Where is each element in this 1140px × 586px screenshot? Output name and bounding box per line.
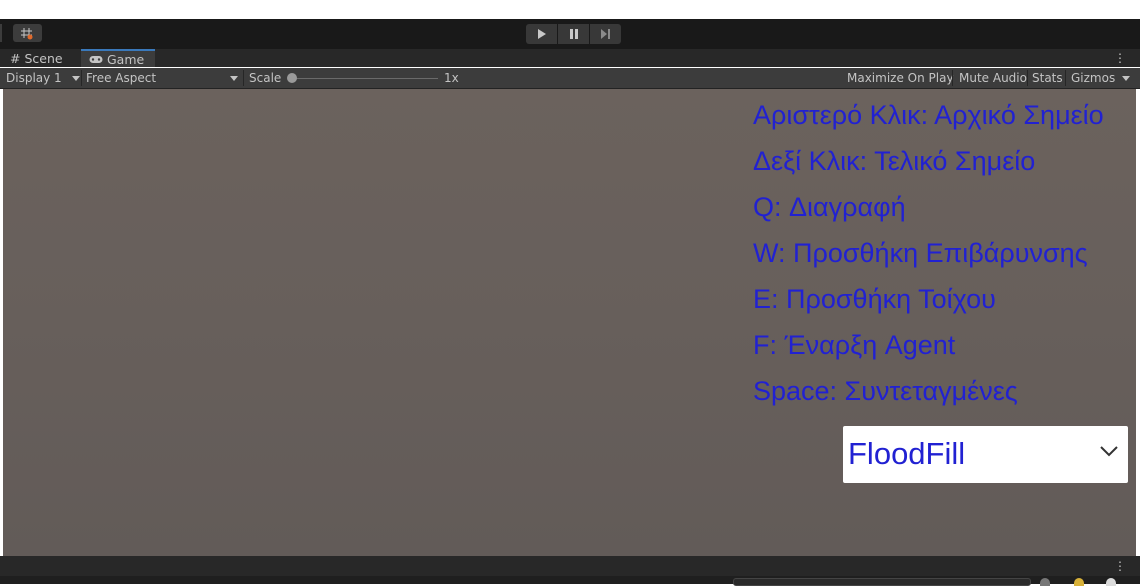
stats-toggle[interactable]: Stats — [1032, 68, 1063, 88]
chevron-down-icon — [71, 75, 80, 81]
tab-scene[interactable]: # Scene — [2, 49, 78, 67]
divider — [952, 70, 953, 86]
divider — [81, 70, 82, 86]
hint-w-add-weight: W: Προσθήκη Επιβάρυνσης — [753, 238, 1088, 268]
scale-slider-track[interactable] — [292, 78, 438, 79]
main-toolbar — [0, 19, 1140, 50]
maximize-on-play-toggle[interactable]: Maximize On Play — [847, 68, 954, 88]
bottom-panel-header: ⋮ — [0, 556, 1140, 576]
hint-q-delete: Q: Διαγραφή — [753, 192, 906, 222]
grid-icon: # — [10, 50, 21, 66]
console-search-input[interactable] — [733, 578, 1031, 586]
scale-slider-thumb[interactable] — [287, 73, 297, 83]
aspect-dropdown[interactable]: Free Aspect — [86, 68, 240, 88]
warning-count-icon[interactable] — [1074, 578, 1084, 586]
gizmos-toggle[interactable]: Gizmos — [1071, 68, 1115, 88]
display-dropdown[interactable]: Display 1 — [6, 68, 80, 88]
mute-audio-toggle[interactable]: Mute Audio — [959, 68, 1027, 88]
hint-e-add-wall: E: Προσθήκη Τοίχου — [753, 284, 996, 314]
info-count-icon[interactable] — [1040, 578, 1050, 586]
tab-game[interactable]: Game — [81, 49, 155, 67]
aspect-label: Free Aspect — [86, 71, 157, 85]
grid-snap-icon — [21, 28, 33, 40]
play-button[interactable] — [526, 24, 557, 44]
kebab-menu-icon[interactable]: ⋮ — [1114, 559, 1126, 573]
kebab-menu-icon[interactable]: ⋮ — [1114, 51, 1126, 65]
scale-label: Scale — [249, 71, 282, 85]
step-button[interactable] — [590, 24, 621, 44]
gizmos-dropdown[interactable] — [1122, 68, 1130, 88]
step-icon — [601, 29, 610, 39]
pause-button[interactable] — [558, 24, 589, 44]
divider — [243, 70, 244, 86]
tab-game-label: Game — [107, 51, 145, 67]
game-viewport[interactable]: Αριστερό Κλικ: Αρχικό Σημείο Δεξί Κλικ: … — [3, 89, 1136, 556]
hint-f-start-agent: F: Έναρξη Agent — [753, 330, 956, 360]
pause-icon — [569, 29, 578, 39]
toolbar-left-edge — [0, 24, 2, 42]
scale-value: 1x — [444, 71, 459, 85]
divider — [1065, 70, 1066, 86]
game-view-controls: Display 1 Free Aspect Scale 1x Maximize … — [0, 68, 1140, 89]
playback-controls — [526, 24, 622, 44]
tab-bar: # Scene Game ⋮ — [0, 49, 1140, 67]
tab-scene-label: Scene — [24, 50, 63, 66]
display-label: Display 1 — [6, 71, 62, 85]
chevron-down-icon — [1122, 75, 1130, 81]
chevron-down-icon — [1100, 446, 1118, 457]
chevron-down-icon — [230, 75, 238, 81]
hint-space-coordinates: Space: Συντεταγμένες — [753, 376, 1018, 406]
algorithm-dropdown[interactable]: FloodFill — [843, 426, 1128, 483]
hint-left-click: Αριστερό Κλικ: Αρχικό Σημείο — [753, 100, 1104, 130]
play-icon — [537, 29, 546, 39]
gamepad-icon — [89, 55, 103, 63]
error-count-icon[interactable] — [1106, 578, 1116, 586]
algorithm-dropdown-value: FloodFill — [848, 436, 966, 471]
grid-snap-button[interactable] — [13, 24, 42, 42]
divider — [1027, 70, 1028, 86]
hint-right-click: Δεξί Κλικ: Τελικό Σημείο — [753, 146, 1036, 176]
